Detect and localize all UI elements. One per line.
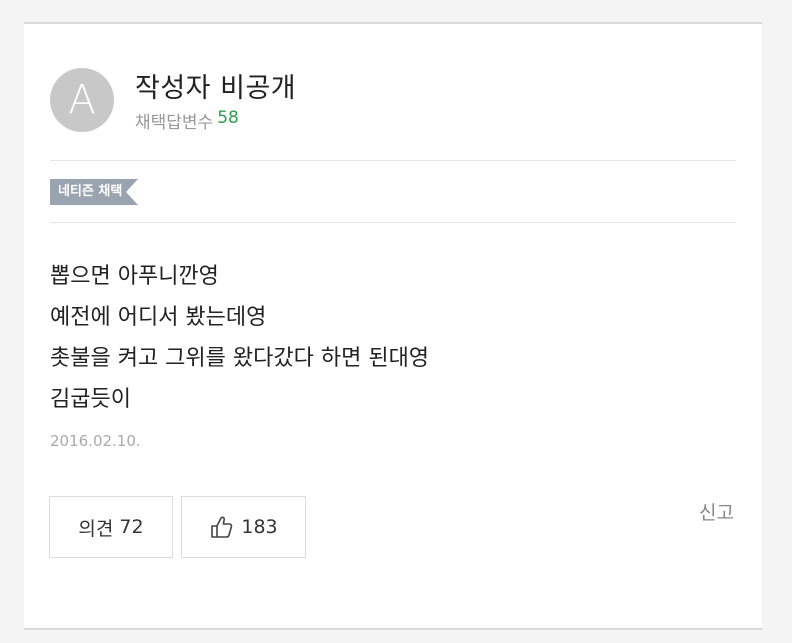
answer-count-value: 58 xyxy=(217,108,239,128)
answer-line: 촛불을 켜고 그위를 왔다갔다 하면 된대영 xyxy=(50,346,430,371)
selected-badge-label: 네티즌 채택 xyxy=(50,179,127,205)
page-background: A 작성자 비공개 채택답변수 58 네티즌 채택 뽑으면 아푸니깐영 예전에 … xyxy=(0,0,792,643)
answer-content: 뽑으면 아푸니깐영 예전에 어디서 봤는데영 촛불을 켜고 그위를 왔다갔다 하… xyxy=(50,256,429,420)
avatar[interactable]: A xyxy=(50,68,114,132)
report-link[interactable]: 신고 xyxy=(699,498,734,525)
answer-count-info: 채택답변수 58 xyxy=(135,108,239,133)
thumbs-up-icon xyxy=(211,516,233,538)
answer-date: 2016.02.10. xyxy=(50,432,141,450)
like-button[interactable]: 183 xyxy=(181,496,306,558)
author-name[interactable]: 작성자 비공개 xyxy=(135,66,296,105)
answer-card: A 작성자 비공개 채택답변수 58 네티즌 채택 뽑으면 아푸니깐영 예전에 … xyxy=(24,22,762,630)
like-count: 183 xyxy=(241,516,278,538)
comment-button-label: 의견 xyxy=(78,517,114,540)
selected-badge: 네티즌 채택 xyxy=(50,179,139,205)
badge-divider xyxy=(50,222,736,223)
answer-count-label: 채택답변수 xyxy=(135,113,214,133)
comment-count: 72 xyxy=(119,516,144,538)
answer-line: 예전에 어디서 봤는데영 xyxy=(50,305,267,330)
answer-line: 김굽듯이 xyxy=(50,387,131,412)
answer-line: 뽑으면 아푸니깐영 xyxy=(50,264,219,289)
badge-ribbon-tail xyxy=(126,179,139,205)
header-divider xyxy=(50,160,736,161)
comment-button[interactable]: 의견 72 xyxy=(49,496,173,558)
